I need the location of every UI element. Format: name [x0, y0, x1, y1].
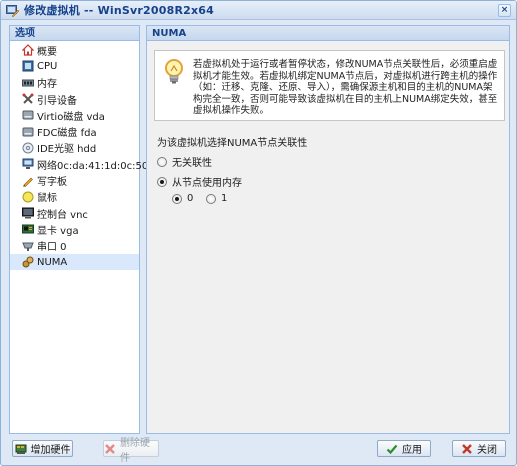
close-button[interactable]: 关闭: [452, 440, 506, 457]
console-icon: [22, 207, 34, 219]
options-tree: 概要 CPU 内存 引导设备 Virtio磁盘 vda FDC磁盘 fda ID…: [10, 41, 148, 271]
mouse-icon: [22, 191, 34, 203]
close-label: 关闭: [477, 445, 497, 456]
video-card-icon: [22, 223, 34, 235]
title-bar[interactable]: 修改虚拟机 -- WinSvr2008R2x64 ×: [1, 1, 516, 20]
numa-affinity-label: 为该虚拟机选择NUMA节点关联性: [157, 138, 308, 149]
serial-port-icon: [22, 240, 34, 252]
home-icon: [22, 44, 34, 56]
sidebar-item-numa[interactable]: NUMA: [10, 253, 139, 271]
sidebar-item-network[interactable]: 网络0c:da:41:1d:0c:50: [10, 156, 148, 172]
vm-edit-icon: [6, 4, 19, 17]
sidebar-item-label: CPU: [37, 60, 58, 72]
sidebar-item-label: 引导设备: [37, 95, 77, 107]
network-icon: [22, 158, 34, 170]
lightbulb-icon: [163, 59, 185, 85]
add-hardware-icon: [15, 443, 27, 455]
radio-node-1[interactable]: 1: [206, 193, 227, 204]
memory-icon: [22, 77, 34, 89]
sidebar-item-label: 内存: [37, 79, 57, 91]
numa-icon: [22, 256, 34, 268]
cdrom-icon: [22, 142, 34, 154]
sidebar-item-console[interactable]: 控制台 vnc: [10, 205, 139, 221]
sidebar-item-mouse[interactable]: 鼠标: [10, 189, 139, 205]
radio-button[interactable]: [157, 156, 167, 167]
sidebar-item-virtio-disk[interactable]: Virtio磁盘 vda: [10, 107, 139, 123]
radio-button[interactable]: [172, 193, 182, 204]
sidebar-item-label: 控制台 vnc: [37, 209, 88, 221]
apply-label: 应用: [402, 445, 422, 456]
options-header: 选项: [10, 26, 139, 41]
tablet-icon: [22, 175, 34, 187]
close-red-icon: [461, 443, 473, 455]
sidebar-item-tablet[interactable]: 写字板: [10, 172, 139, 188]
sidebar-item-label: 写字板: [37, 177, 67, 189]
radio-from-node[interactable]: 从节点使用内存: [157, 174, 242, 189]
sidebar-item-label: 概要: [37, 46, 57, 58]
add-hardware-label: 增加硬件: [30, 445, 71, 456]
disk-icon: [22, 126, 34, 138]
sidebar-item-boot-device[interactable]: 引导设备: [10, 91, 139, 107]
radio-label: 0: [187, 193, 194, 204]
radio-node-0[interactable]: 0: [172, 193, 193, 204]
radio-label: 无关联性: [172, 158, 212, 169]
info-box: 若虚拟机处于运行或者暂停状态，修改NUMA节点关联性后，必须重启虚拟机才能生效。…: [154, 50, 505, 121]
sidebar-item-summary[interactable]: 概要: [10, 42, 139, 58]
close-icon[interactable]: ×: [498, 4, 511, 17]
checkmark-icon: [386, 443, 398, 455]
numa-panel: NUMA 若虚拟机处于运行或者暂停状态，修改NUMA节点关联性后，必须重启虚拟机…: [146, 25, 510, 434]
sidebar-item-cpu[interactable]: CPU: [10, 58, 139, 74]
disk-icon: [22, 109, 34, 121]
radio-no-affinity[interactable]: 无关联性: [157, 154, 212, 169]
sidebar-item-memory[interactable]: 内存: [10, 75, 139, 91]
boot-device-icon: [22, 93, 34, 105]
radio-label: 1: [221, 193, 228, 204]
options-panel: 选项 概要 CPU 内存 引导设备 Virtio磁盘 vda FDC磁盘 fda…: [9, 25, 148, 434]
radio-button[interactable]: [157, 176, 167, 187]
remove-hardware-button[interactable]: 删除硬件: [103, 438, 159, 464]
sidebar-item-ide-cdrom[interactable]: IDE光驱 hdd: [10, 140, 139, 156]
remove-hardware-icon: [104, 443, 116, 455]
sidebar-item-label: 鼠标: [37, 193, 57, 205]
radio-button[interactable]: [206, 193, 216, 204]
sidebar-item-label: Virtio磁盘 vda: [37, 111, 105, 123]
sidebar-item-label: NUMA: [37, 256, 68, 268]
remove-hardware-label: 删除硬件: [120, 437, 150, 464]
sidebar-item-label: FDC磁盘 fda: [37, 128, 97, 140]
modify-vm-window: 修改虚拟机 -- WinSvr2008R2x64 × 选项 概要 CPU 内存 …: [0, 0, 517, 466]
sidebar-item-label: 显卡 vga: [37, 225, 79, 237]
cpu-icon: [22, 60, 34, 72]
info-text: 若虚拟机处于运行或者暂停状态，修改NUMA节点关联性后，必须重启虚拟机才能生效。…: [193, 59, 498, 116]
sidebar-item-fdc-disk[interactable]: FDC磁盘 fda: [10, 123, 139, 139]
radio-label: 从节点使用内存: [172, 178, 242, 189]
numa-header: NUMA: [147, 26, 509, 41]
sidebar-item-label: 网络0c:da:41:1d:0c:50: [37, 160, 149, 172]
sidebar-item-video-card[interactable]: 显卡 vga: [10, 221, 139, 237]
add-hardware-button[interactable]: 增加硬件: [12, 440, 73, 457]
sidebar-item-serial-port[interactable]: 串口 0: [10, 238, 139, 254]
sidebar-item-label: IDE光驱 hdd: [37, 144, 97, 156]
window-title: 修改虚拟机 -- WinSvr2008R2x64: [24, 4, 214, 17]
apply-button[interactable]: 应用: [377, 440, 431, 457]
sidebar-item-label: 串口 0: [37, 242, 67, 254]
